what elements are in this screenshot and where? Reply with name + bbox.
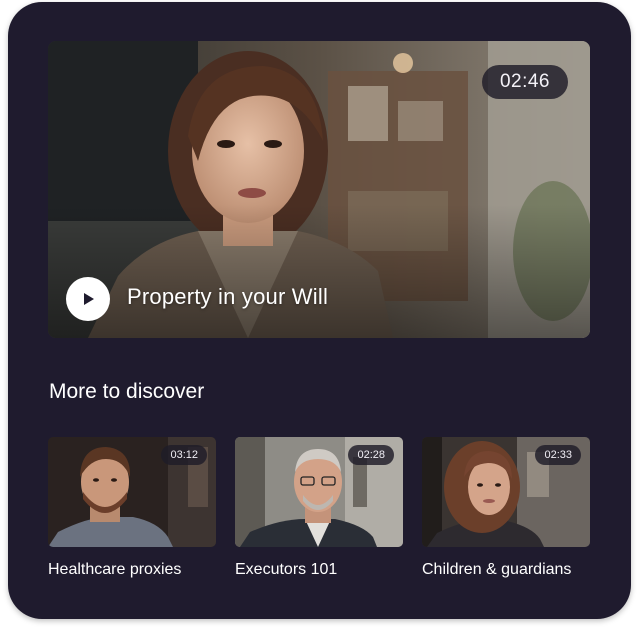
video-thumbnail-executors-101[interactable]: 02:28 — [235, 437, 403, 547]
video-duration-badge: 02:28 — [348, 445, 394, 465]
video-title-children-guardians[interactable]: Children & guardians — [422, 561, 571, 579]
video-thumbnail-healthcare-proxies[interactable]: 03:12 — [48, 437, 216, 547]
video-title-healthcare-proxies[interactable]: Healthcare proxies — [48, 561, 181, 579]
video-thumbnail-children-guardians[interactable]: 02:33 — [422, 437, 590, 547]
play-icon — [84, 293, 94, 305]
video-title-executors-101[interactable]: Executors 101 — [235, 561, 337, 579]
play-button[interactable] — [66, 277, 110, 321]
featured-duration-badge: 02:46 — [481, 65, 568, 99]
video-duration-badge: 03:12 — [161, 445, 207, 465]
video-duration-badge: 02:33 — [535, 445, 581, 465]
featured-video-title[interactable]: Property in your Will — [127, 284, 328, 310]
section-heading: More to discover — [49, 380, 205, 403]
featured-video[interactable]: 02:46 Property in your Will — [48, 41, 590, 338]
